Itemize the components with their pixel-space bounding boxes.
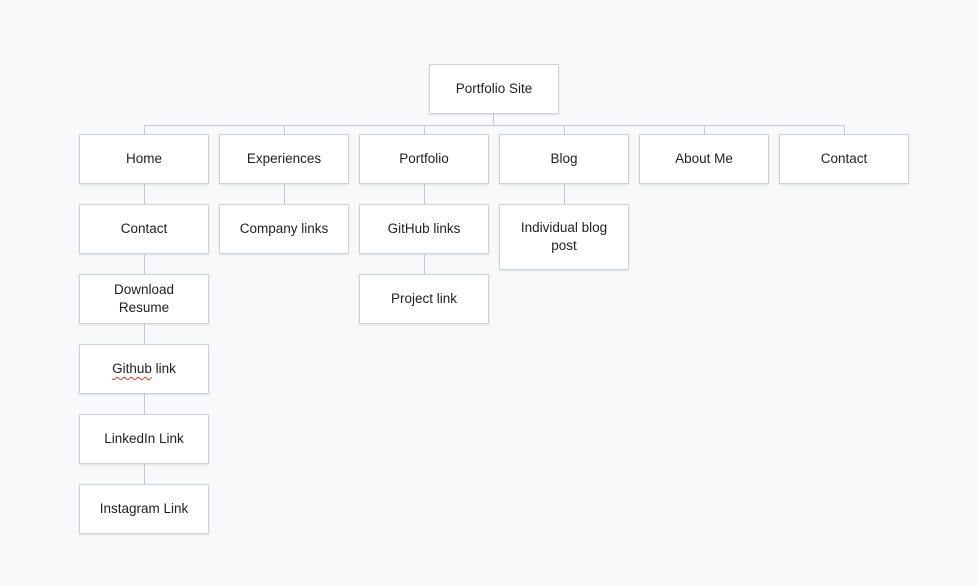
node-about-me: About Me [639,134,769,184]
node-home-contact: Contact [79,204,209,254]
node-home-contact-label: Contact [120,221,168,236]
node-portfolio-label: Portfolio [399,151,449,166]
node-contact: Contact [779,134,909,184]
node-blog-label: Blog [550,151,578,166]
node-individual-blog-post: Individual blog post [499,204,629,270]
node-linkedin-link-label: LinkedIn Link [104,431,184,446]
node-github-link-label: Github link [112,360,176,378]
node-contact-label: Contact [820,151,868,166]
node-about-me-label: About Me [675,151,733,166]
node-root: Portfolio Site [429,64,559,114]
node-github-links: GitHub links [359,204,489,254]
node-instagram-link-label: Instagram Link [99,501,189,516]
node-root-label: Portfolio Site [455,81,533,96]
node-portfolio: Portfolio [359,134,489,184]
node-home-label: Home [125,151,162,166]
node-company-links: Company links [219,204,349,254]
node-company-links-label: Company links [239,221,329,236]
node-project-link: Project link [359,274,489,324]
node-download-resume-label: Download Resume [113,282,175,315]
node-home: Home [79,134,209,184]
sitemap-diagram: Portfolio Site Home Experiences Portfoli… [0,0,978,586]
node-individual-blog-post-label: Individual blog post [520,220,608,253]
node-experiences-label: Experiences [246,151,322,166]
node-experiences: Experiences [219,134,349,184]
node-project-link-label: Project link [390,291,458,306]
node-linkedin-link: LinkedIn Link [79,414,209,464]
node-instagram-link: Instagram Link [79,484,209,534]
node-github-links-label: GitHub links [387,221,461,236]
node-github-link: Github link [79,344,209,394]
node-download-resume: Download Resume [79,274,209,324]
node-blog: Blog [499,134,629,184]
node-github-link-rest: link [151,361,176,376]
spellcheck-word: Github [112,361,152,376]
